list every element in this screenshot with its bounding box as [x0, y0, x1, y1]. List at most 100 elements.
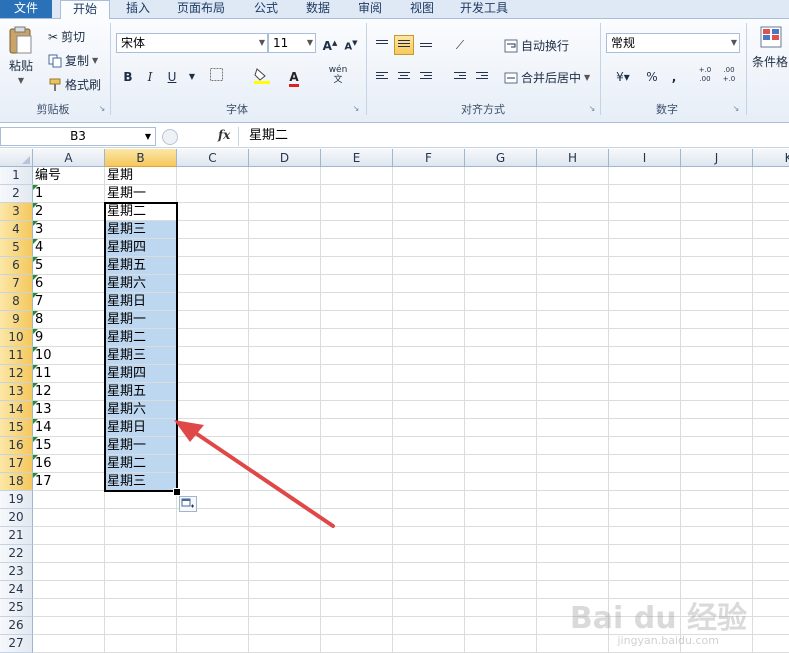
- cell[interactable]: [753, 617, 789, 635]
- cell[interactable]: [537, 365, 609, 383]
- cell-b[interactable]: 星期一: [105, 185, 177, 203]
- clipboard-launcher-icon[interactable]: ↘: [98, 105, 106, 113]
- tab-view[interactable]: 视图: [400, 0, 444, 18]
- cell[interactable]: [753, 167, 789, 185]
- cell[interactable]: [393, 527, 465, 545]
- tab-formulas[interactable]: 公式: [244, 0, 288, 18]
- cell-a[interactable]: [33, 563, 105, 581]
- align-top-button[interactable]: [372, 35, 392, 55]
- increase-decimal-button[interactable]: +.0 .00: [694, 66, 716, 86]
- cell-a[interactable]: 14: [33, 419, 105, 437]
- cell[interactable]: [465, 185, 537, 203]
- cell[interactable]: [681, 185, 753, 203]
- cell[interactable]: [609, 293, 681, 311]
- row-header[interactable]: 18: [0, 473, 33, 491]
- cell[interactable]: [681, 221, 753, 239]
- row-header[interactable]: 10: [0, 329, 33, 347]
- decrease-indent-button[interactable]: [450, 67, 470, 87]
- cell[interactable]: [393, 239, 465, 257]
- cell[interactable]: [753, 545, 789, 563]
- column-header-d[interactable]: D: [249, 149, 321, 167]
- cell[interactable]: [393, 509, 465, 527]
- cell[interactable]: [537, 455, 609, 473]
- worksheet-grid[interactable]: ABCDEFGHIJK 1 编号 星期 2 1 星期一 3 2 星期二 4 3 星期三 5 4 星期四 6 5 星…: [0, 149, 789, 653]
- cell[interactable]: [393, 311, 465, 329]
- cell[interactable]: [249, 365, 321, 383]
- cell[interactable]: [321, 599, 393, 617]
- cell[interactable]: [393, 257, 465, 275]
- cell[interactable]: [537, 473, 609, 491]
- cell[interactable]: [177, 239, 249, 257]
- cell[interactable]: [681, 329, 753, 347]
- cell[interactable]: [465, 563, 537, 581]
- cell[interactable]: [249, 599, 321, 617]
- cell[interactable]: [609, 545, 681, 563]
- font-color-button[interactable]: A: [284, 67, 304, 87]
- cell[interactable]: [249, 563, 321, 581]
- cell[interactable]: [177, 185, 249, 203]
- copy-button[interactable]: 复制 ▼: [48, 52, 98, 69]
- cell[interactable]: [249, 167, 321, 185]
- number-format-combo[interactable]: 常规 ▼: [606, 33, 740, 53]
- cell[interactable]: [609, 491, 681, 509]
- tab-file[interactable]: 文件: [0, 0, 52, 18]
- grow-font-button[interactable]: A▲: [320, 33, 340, 53]
- number-launcher-icon[interactable]: ↘: [732, 105, 740, 113]
- cell-a[interactable]: [33, 509, 105, 527]
- cell-b[interactable]: 星期五: [105, 257, 177, 275]
- font-name-combo[interactable]: 宋体 ▼: [116, 33, 268, 53]
- cell-a[interactable]: 15: [33, 437, 105, 455]
- cell[interactable]: [753, 635, 789, 653]
- cell-b[interactable]: [105, 599, 177, 617]
- align-left-button[interactable]: [372, 67, 392, 87]
- cell-a[interactable]: 11: [33, 365, 105, 383]
- cell[interactable]: [609, 311, 681, 329]
- cell[interactable]: [681, 257, 753, 275]
- cell-a[interactable]: [33, 599, 105, 617]
- cell[interactable]: [609, 473, 681, 491]
- cell[interactable]: [753, 347, 789, 365]
- cell[interactable]: [753, 527, 789, 545]
- cell-b[interactable]: 星期三: [105, 347, 177, 365]
- cell[interactable]: [681, 401, 753, 419]
- percent-button[interactable]: %: [642, 67, 662, 87]
- alignment-launcher-icon[interactable]: ↘: [588, 105, 596, 113]
- wrap-text-button[interactable]: 自动换行: [504, 37, 569, 54]
- cell[interactable]: [465, 293, 537, 311]
- cell[interactable]: [465, 401, 537, 419]
- cell[interactable]: [177, 257, 249, 275]
- cell[interactable]: [537, 185, 609, 203]
- cell[interactable]: [249, 203, 321, 221]
- cell[interactable]: [681, 527, 753, 545]
- cell[interactable]: [753, 563, 789, 581]
- cell[interactable]: [465, 239, 537, 257]
- format-painter-button[interactable]: 格式刷: [48, 76, 101, 93]
- cell-a[interactable]: [33, 527, 105, 545]
- cell[interactable]: [177, 545, 249, 563]
- cell[interactable]: [753, 491, 789, 509]
- row-header[interactable]: 5: [0, 239, 33, 257]
- column-header-f[interactable]: F: [393, 149, 465, 167]
- column-header-e[interactable]: E: [321, 149, 393, 167]
- cell[interactable]: [393, 545, 465, 563]
- row-header[interactable]: 19: [0, 491, 33, 509]
- cell[interactable]: [321, 581, 393, 599]
- align-center-button[interactable]: [394, 67, 414, 87]
- column-header-k[interactable]: K: [753, 149, 789, 167]
- cell[interactable]: [393, 167, 465, 185]
- align-bottom-button[interactable]: [416, 35, 436, 55]
- row-header[interactable]: 6: [0, 257, 33, 275]
- cell[interactable]: [393, 365, 465, 383]
- align-right-button[interactable]: [416, 67, 436, 87]
- cell[interactable]: [609, 527, 681, 545]
- cell[interactable]: [537, 311, 609, 329]
- cell[interactable]: [753, 329, 789, 347]
- cell[interactable]: [609, 437, 681, 455]
- cell[interactable]: [321, 203, 393, 221]
- row-header[interactable]: 14: [0, 401, 33, 419]
- cell[interactable]: [249, 329, 321, 347]
- insert-function-icon[interactable]: fx: [218, 128, 230, 142]
- cell[interactable]: [465, 437, 537, 455]
- row-header[interactable]: 25: [0, 599, 33, 617]
- cell[interactable]: [393, 329, 465, 347]
